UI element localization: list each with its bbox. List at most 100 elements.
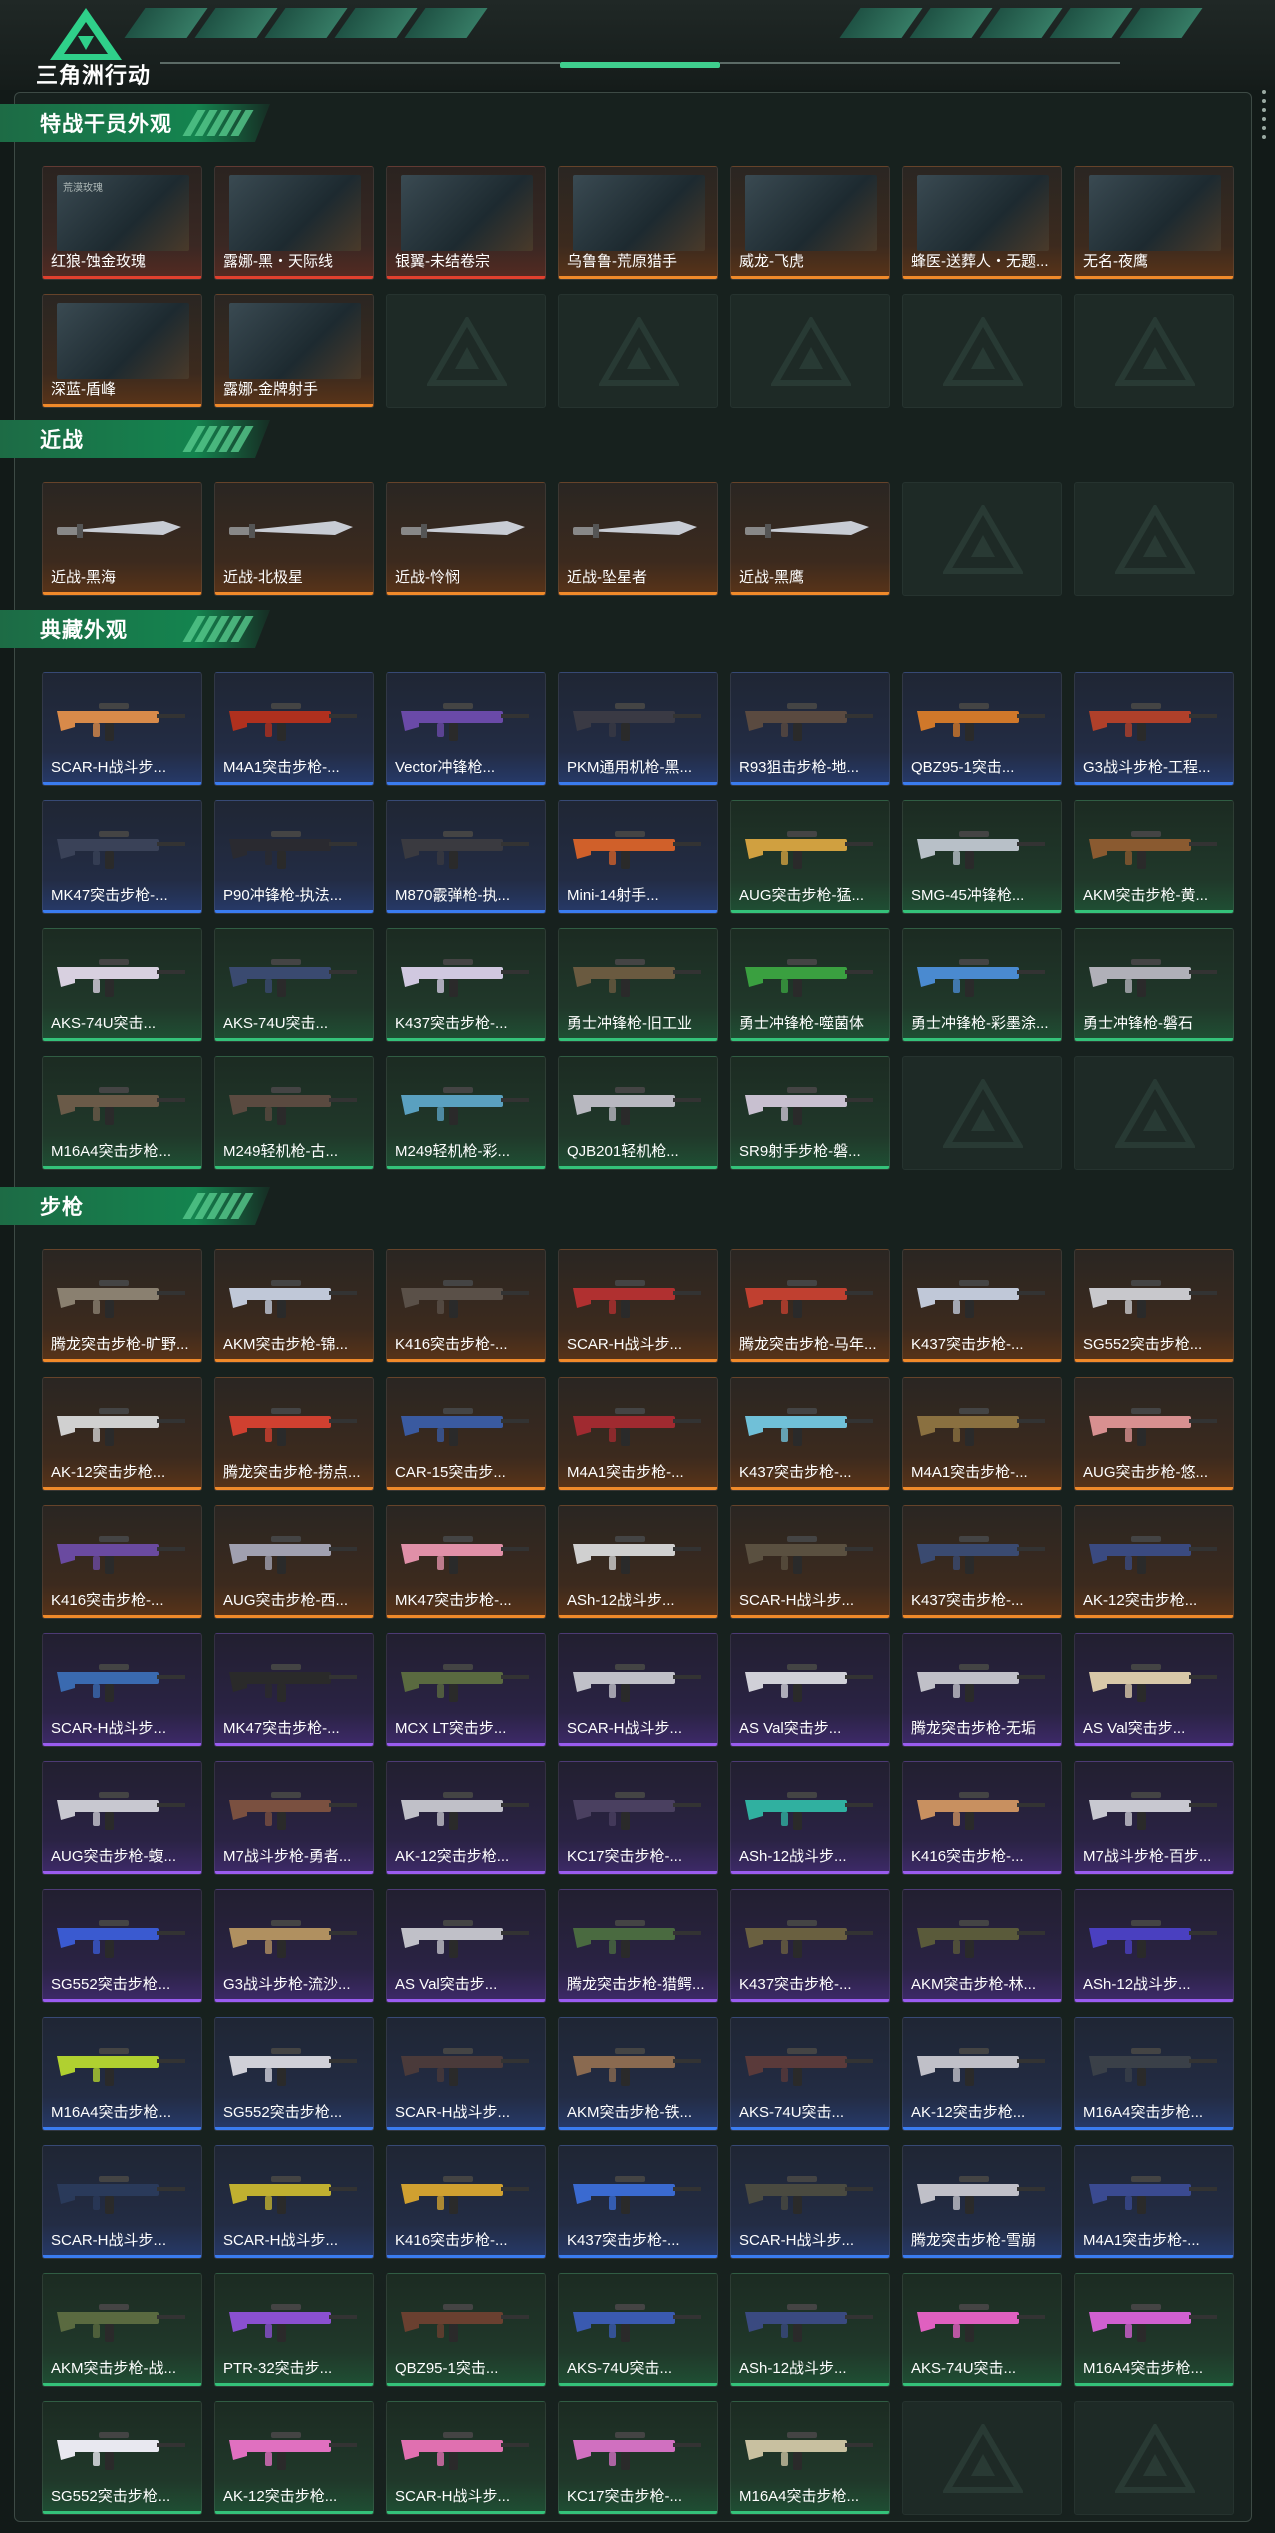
skin-card[interactable]: Mini-14射手... [558, 800, 718, 914]
skin-card[interactable]: M249轻机枪-古... [214, 1056, 374, 1170]
skin-card[interactable]: SMG-45冲锋枪... [902, 800, 1062, 914]
skin-card[interactable]: ASh-12战斗步... [730, 2273, 890, 2387]
skin-card[interactable]: CAR-15突击步... [386, 1377, 546, 1491]
skin-card[interactable]: PKM通用机枪-黑... [558, 672, 718, 786]
skin-card[interactable]: Vector冲锋枪... [386, 672, 546, 786]
skin-card[interactable]: M4A1突击步枪-... [558, 1377, 718, 1491]
skin-card[interactable]: K416突击步枪-... [386, 1249, 546, 1363]
skin-card[interactable]: 近战-北极星 [214, 482, 374, 596]
skin-card[interactable]: SCAR-H战斗步... [558, 1249, 718, 1363]
skin-card[interactable]: SCAR-H战斗步... [558, 1633, 718, 1747]
skin-card[interactable]: AS Val突击步... [1074, 1633, 1234, 1747]
skin-card[interactable]: SCAR-H战斗步... [42, 672, 202, 786]
skin-card[interactable]: 腾龙突击步枪-猎鳄... [558, 1889, 718, 2003]
skin-card[interactable]: AK-12突击步枪... [386, 1761, 546, 1875]
skin-card[interactable]: SCAR-H战斗步... [386, 2017, 546, 2131]
skin-card[interactable]: QBZ95-1突击... [902, 672, 1062, 786]
skin-card[interactable]: 腾龙突击步枪-旷野... [42, 1249, 202, 1363]
skin-card[interactable]: 近战-黑鹰 [730, 482, 890, 596]
skin-card[interactable]: K416突击步枪-... [42, 1505, 202, 1619]
skin-card[interactable]: M7战斗步枪-百步... [1074, 1761, 1234, 1875]
skin-card[interactable]: MK47突击步枪-... [42, 800, 202, 914]
skin-card[interactable]: 乌鲁鲁-荒原猎手 [558, 166, 718, 280]
skin-card[interactable]: K437突击步枪-... [730, 1889, 890, 2003]
skin-card[interactable]: 勇士冲锋枪-彩墨涂... [902, 928, 1062, 1042]
skin-card[interactable]: SCAR-H战斗步... [730, 1505, 890, 1619]
skin-card[interactable]: K416突击步枪-... [902, 1761, 1062, 1875]
skin-card[interactable]: AKS-74U突击... [558, 2273, 718, 2387]
skin-card[interactable]: 无名-夜鹰 [1074, 166, 1234, 280]
skin-card[interactable]: KC17突击步枪-... [558, 2401, 718, 2515]
skin-card[interactable]: K437突击步枪-... [902, 1249, 1062, 1363]
skin-card[interactable]: M870霰弹枪-执... [386, 800, 546, 914]
skin-card[interactable]: QJB201轻机枪... [558, 1056, 718, 1170]
skin-card[interactable]: AKS-74U突击... [42, 928, 202, 1042]
skin-card[interactable]: 腾龙突击步枪-无垢 [902, 1633, 1062, 1747]
skin-card[interactable]: 腾龙突击步枪-马年... [730, 1249, 890, 1363]
skin-card[interactable]: QBZ95-1突击... [386, 2273, 546, 2387]
skin-card[interactable]: PTR-32突击步... [214, 2273, 374, 2387]
skin-card[interactable]: AK-12突击步枪... [902, 2017, 1062, 2131]
skin-card[interactable]: AKS-74U突击... [902, 2273, 1062, 2387]
skin-card[interactable]: SR9射手步枪-磐... [730, 1056, 890, 1170]
skin-card[interactable]: SG552突击步枪... [42, 2401, 202, 2515]
skin-card[interactable]: M16A4突击步枪... [42, 2017, 202, 2131]
skin-card[interactable]: 勇士冲锋枪-旧工业 [558, 928, 718, 1042]
skin-card[interactable]: SCAR-H战斗步... [214, 2145, 374, 2259]
skin-card[interactable]: M16A4突击步枪... [1074, 2273, 1234, 2387]
skin-card[interactable]: AS Val突击步... [386, 1889, 546, 2003]
skin-card[interactable]: 深蓝-盾峰 [42, 294, 202, 408]
skin-card[interactable]: AUG突击步枪-悠... [1074, 1377, 1234, 1491]
skin-card[interactable]: MK47突击步枪-... [214, 1633, 374, 1747]
skin-card[interactable]: G3战斗步枪-流沙... [214, 1889, 374, 2003]
skin-card[interactable]: M4A1突击步枪-... [902, 1377, 1062, 1491]
skin-card[interactable]: 腾龙突击步枪-捞点... [214, 1377, 374, 1491]
skin-card[interactable]: AK-12突击步枪... [42, 1377, 202, 1491]
skin-card[interactable]: P90冲锋枪-执法... [214, 800, 374, 914]
skin-card[interactable]: AUG突击步枪-西... [214, 1505, 374, 1619]
skin-card[interactable]: 近战-黑海 [42, 482, 202, 596]
skin-card[interactable]: AKM突击步枪-战... [42, 2273, 202, 2387]
skin-card[interactable]: G3战斗步枪-工程... [1074, 672, 1234, 786]
skin-card[interactable]: AKM突击步枪-锦... [214, 1249, 374, 1363]
skin-card[interactable]: AKS-74U突击... [730, 2017, 890, 2131]
skin-card[interactable]: AUG突击步枪-蝮... [42, 1761, 202, 1875]
skin-card[interactable]: SG552突击步枪... [42, 1889, 202, 2003]
skin-card[interactable]: 威龙-飞虎 [730, 166, 890, 280]
skin-card[interactable]: K437突击步枪-... [902, 1505, 1062, 1619]
skin-card[interactable]: 露娜-金牌射手 [214, 294, 374, 408]
skin-card[interactable]: M16A4突击步枪... [1074, 2017, 1234, 2131]
skin-card[interactable]: ASh-12战斗步... [1074, 1889, 1234, 2003]
skin-card[interactable]: 露娜-黑・天际线 [214, 166, 374, 280]
skin-card[interactable]: KC17突击步枪-... [558, 1761, 718, 1875]
skin-card[interactable]: K416突击步枪-... [386, 2145, 546, 2259]
skin-card[interactable]: SCAR-H战斗步... [386, 2401, 546, 2515]
skin-card[interactable]: K437突击步枪-... [386, 928, 546, 1042]
skin-card[interactable]: AK-12突击步枪... [1074, 1505, 1234, 1619]
skin-card[interactable]: AK-12突击步枪... [214, 2401, 374, 2515]
skin-card[interactable]: AUG突击步枪-猛... [730, 800, 890, 914]
skin-card[interactable]: MK47突击步枪-... [386, 1505, 546, 1619]
skin-card[interactable]: AKM突击步枪-林... [902, 1889, 1062, 2003]
skin-card[interactable]: M249轻机枪-彩... [386, 1056, 546, 1170]
skin-card[interactable]: ASh-12战斗步... [558, 1505, 718, 1619]
skin-card[interactable]: SCAR-H战斗步... [42, 2145, 202, 2259]
skin-card[interactable]: M4A1突击步枪-... [1074, 2145, 1234, 2259]
skin-card[interactable]: M16A4突击步枪... [42, 1056, 202, 1170]
skin-card[interactable]: K437突击步枪-... [558, 2145, 718, 2259]
skin-card[interactable]: SG552突击步枪... [214, 2017, 374, 2131]
skin-card[interactable]: SG552突击步枪... [1074, 1249, 1234, 1363]
skin-card[interactable]: M4A1突击步枪-... [214, 672, 374, 786]
skin-card[interactable]: AKS-74U突击... [214, 928, 374, 1042]
skin-card[interactable]: K437突击步枪-... [730, 1377, 890, 1491]
skin-card[interactable]: ASh-12战斗步... [730, 1761, 890, 1875]
skin-card[interactable]: 腾龙突击步枪-雪崩 [902, 2145, 1062, 2259]
skin-card[interactable]: SCAR-H战斗步... [42, 1633, 202, 1747]
more-menu-icon[interactable] [1261, 90, 1267, 150]
skin-card[interactable]: 银翼-未结卷宗 [386, 166, 546, 280]
skin-card[interactable]: R93狙击步枪-地... [730, 672, 890, 786]
skin-card[interactable]: SCAR-H战斗步... [730, 2145, 890, 2259]
skin-card[interactable]: MCX LT突击步... [386, 1633, 546, 1747]
skin-card[interactable]: M16A4突击步枪... [730, 2401, 890, 2515]
skin-card[interactable]: 荒漠玫瑰 红狼-蚀金玫瑰 [42, 166, 202, 280]
